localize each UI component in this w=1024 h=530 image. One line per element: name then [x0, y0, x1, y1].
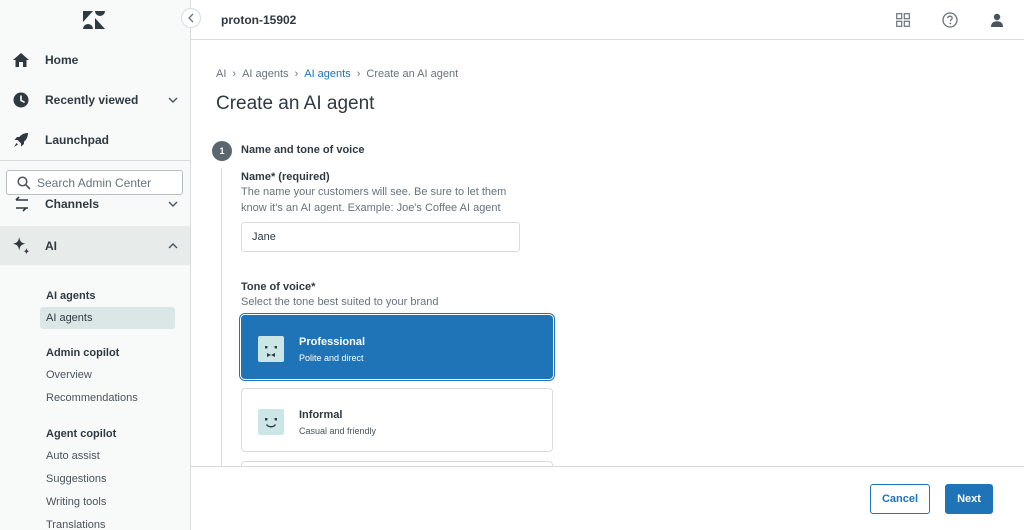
chevron-left-icon: [188, 13, 194, 23]
nav-recently-viewed[interactable]: Recently viewed: [0, 80, 190, 120]
next-button[interactable]: Next: [945, 484, 993, 514]
chevron-up-icon: [167, 240, 179, 252]
account-name: proton-15902: [221, 13, 297, 27]
sidebar-item-recommendations[interactable]: Recommendations: [46, 392, 138, 404]
rocket-icon: [11, 130, 31, 150]
breadcrumb-ai-agents[interactable]: AI agents: [242, 68, 288, 80]
nav-home-label: Home: [45, 53, 79, 67]
nav-ai-label: AI: [45, 238, 57, 253]
breadcrumb-ai[interactable]: AI: [216, 68, 226, 80]
nav-ai[interactable]: AI: [0, 226, 190, 265]
name-field-label: Name* (required): [241, 171, 330, 183]
collapse-sidebar-button[interactable]: [181, 8, 201, 28]
step-title: Name and tone of voice: [241, 144, 365, 156]
chevron-right-icon: ›: [356, 68, 361, 80]
tone-field-label: Tone of voice*: [241, 281, 316, 293]
tone-option-name: Professional: [299, 336, 366, 348]
sidebar-item-suggestions[interactable]: Suggestions: [46, 473, 107, 485]
breadcrumb-ai-agents-link[interactable]: AI agents: [304, 68, 350, 80]
tone-field-hint: Select the tone best suited to your bran…: [241, 296, 439, 308]
sparkle-icon: [11, 236, 31, 256]
page-title: Create an AI agent: [216, 93, 375, 114]
agent-copilot-heading: Agent copilot: [46, 428, 117, 440]
nav-launchpad-label: Launchpad: [45, 133, 110, 147]
home-icon: [11, 50, 31, 70]
sidebar-item-overview[interactable]: Overview: [46, 369, 92, 381]
admin-copilot-heading: Admin copilot: [46, 347, 120, 359]
step-number-badge: 1: [212, 141, 232, 161]
name-field-hint: The name your customers will see. Be sur…: [241, 186, 507, 214]
nav-launchpad[interactable]: Launchpad: [0, 120, 190, 160]
nav-channels-label: Channels: [45, 197, 100, 211]
breadcrumb-current: Create an AI agent: [366, 68, 459, 80]
channels-arrows-icon: [11, 194, 31, 214]
cancel-button[interactable]: Cancel: [870, 484, 930, 514]
tone-option-description: Casual and friendly: [299, 426, 377, 436]
chevron-down-icon: [167, 198, 179, 210]
tone-option-name: Informal: [299, 409, 343, 421]
sidebar-item-auto-assist[interactable]: Auto assist: [46, 450, 100, 462]
sidebar: Home Recently viewed Launchpad Channels: [0, 0, 191, 530]
tone-option-informal[interactable]: Informal Casual and friendly: [241, 388, 553, 452]
help-icon[interactable]: [941, 11, 959, 29]
chevron-right-icon: ›: [232, 68, 237, 80]
user-profile-icon[interactable]: [988, 11, 1006, 29]
chevron-down-icon: [167, 94, 179, 106]
search-icon: [17, 175, 31, 190]
admin-search-input[interactable]: [37, 175, 182, 190]
products-grid-icon[interactable]: [894, 11, 912, 29]
chevron-right-icon: ›: [294, 68, 299, 80]
informal-smile-face-icon: [258, 409, 284, 435]
tone-option-professional[interactable]: Professional Polite and direct: [241, 315, 553, 379]
zendesk-logo-icon[interactable]: [82, 10, 106, 30]
breadcrumb: AI › AI agents › AI agents › Create an A…: [216, 68, 458, 80]
sidebar-divider: [0, 160, 190, 161]
sidebar-item-writing-tools[interactable]: Writing tools: [46, 496, 106, 508]
admin-search[interactable]: [6, 170, 183, 195]
tone-option-description: Polite and direct: [299, 353, 364, 363]
professional-face-icon: [258, 336, 284, 362]
clock-icon: [11, 90, 31, 110]
nav-recently-viewed-label: Recently viewed: [45, 93, 139, 107]
ai-agents-heading: AI agents: [46, 290, 96, 302]
step-connector-line: [221, 168, 222, 468]
top-bar: proton-15902: [191, 0, 1024, 40]
sidebar-item-ai-agents[interactable]: AI agents: [46, 312, 92, 324]
nav-home[interactable]: Home: [0, 40, 190, 80]
sidebar-item-translations[interactable]: Translations: [46, 519, 106, 530]
wizard-footer: Cancel Next: [191, 466, 1024, 530]
agent-name-input[interactable]: [241, 222, 520, 252]
